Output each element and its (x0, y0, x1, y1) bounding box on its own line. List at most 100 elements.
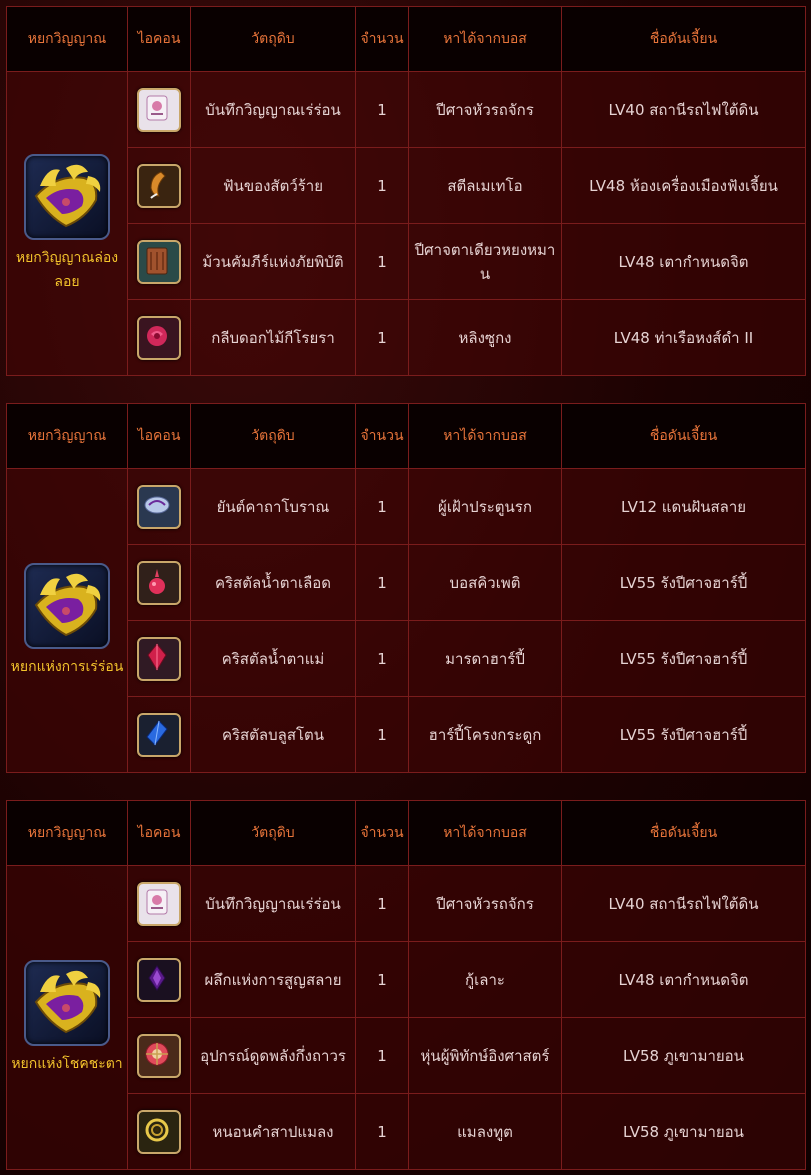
table-row: หยกแห่งโชคชะตา บันทึกวิญญาณเร่ร่อน 1 ปีศ… (6, 865, 806, 1170)
boss-cell: บอสคิวเพติ (408, 544, 562, 621)
dungeon-cell: LV12 แดนฝันสลาย (561, 468, 806, 545)
boss-cell: ปีศาจหัวรถจักร (408, 865, 562, 942)
icon-cell (127, 1017, 191, 1094)
energy-absorber-icon[interactable] (137, 1033, 181, 1078)
header-material: วัตถุดิบ (190, 403, 356, 469)
disaster-scroll-icon[interactable] (137, 239, 181, 284)
material-cell: คริสตัลบลูสโตน (190, 696, 356, 773)
dungeon-cell: LV40 สถานีรถไฟใต้ดิน (561, 71, 806, 148)
quest-table-3: หยกวิญญาณ ไอคอน วัตถุดิบ จำนวน หาได้จากบ… (6, 800, 806, 1170)
boss-cell: ปีศาจตาเดียวหยงหมาน (408, 223, 562, 300)
boss-cell: มารดาฮาร์ปี้ (408, 620, 562, 697)
dungeon-cell: LV55 รังปีศาจฮาร์ปี้ (561, 544, 806, 621)
dungeon-cell: LV48 ท่าเรือหงส์ดำ II (561, 299, 806, 376)
qty-cell: 1 (355, 941, 409, 1018)
cursed-worm-icon[interactable] (137, 1109, 181, 1154)
icon-cell (127, 299, 191, 376)
dungeon-cell: LV58 ภูเขามายอน (561, 1017, 806, 1094)
jade-cell: หยกแห่งการเร่ร่อน (6, 468, 128, 773)
icon-cell (127, 865, 191, 942)
header-row: หยกวิญญาณ ไอคอน วัตถุดิบ จำนวน หาได้จากบ… (6, 800, 806, 866)
header-material: วัตถุดิบ (190, 800, 356, 866)
boss-cell: ฮาร์ปี้โครงกระดูก (408, 696, 562, 773)
dungeon-cell: LV48 เตากำหนดจิต (561, 223, 806, 300)
qty-cell: 1 (355, 1093, 409, 1170)
qty-cell: 1 (355, 696, 409, 773)
boss-cell: ปีศาจหัวรถจักร (408, 71, 562, 148)
wandering-jade-icon[interactable] (24, 562, 110, 649)
qty-cell: 1 (355, 71, 409, 148)
header-boss: หาได้จากบอส (408, 403, 562, 469)
material-cell: กลีบดอกไม้กีโรยรา (190, 299, 356, 376)
header-row: หยกวิญญาณ ไอคอน วัตถุดิบ จำนวน หาได้จากบ… (6, 6, 806, 72)
dungeon-cell: LV40 สถานีรถไฟใต้ดิน (561, 865, 806, 942)
qty-cell: 1 (355, 544, 409, 621)
header-qty: จำนวน (355, 800, 409, 866)
header-icon: ไอคอน (127, 800, 191, 866)
material-cell: ฟันของสัตว์ร้าย (190, 147, 356, 224)
table-row: หยกวิญญาณล่องลอย บันทึกวิญญาณเร่ร่อน 1 ป… (6, 71, 806, 376)
qty-cell: 1 (355, 468, 409, 545)
jade-cell: หยกแห่งโชคชะตา (6, 865, 128, 1170)
header-qty: จำนวน (355, 6, 409, 72)
qty-cell: 1 (355, 299, 409, 376)
qty-cell: 1 (355, 865, 409, 942)
qty-cell: 1 (355, 620, 409, 697)
spirit-record-icon[interactable] (137, 87, 181, 132)
vanishing-seal-icon[interactable] (137, 957, 181, 1002)
boss-cell: กู้เลาะ (408, 941, 562, 1018)
header-dungeon: ชื่อดันเจี้ยน (561, 403, 806, 469)
material-cell: คริสตัลน้ำตาแม่ (190, 620, 356, 697)
dungeon-cell: LV58 ภูเขามายอน (561, 1093, 806, 1170)
blue-stone-crystal-icon[interactable] (137, 712, 181, 757)
icon-cell (127, 544, 191, 621)
icon-cell (127, 71, 191, 148)
jade-cell: หยกวิญญาณล่องลอย (6, 71, 128, 376)
dungeon-cell: LV55 รังปีศาจฮาร์ปี้ (561, 620, 806, 697)
header-icon: ไอคอน (127, 403, 191, 469)
material-cell: บันทึกวิญญาณเร่ร่อน (190, 71, 356, 148)
header-qty: จำนวน (355, 403, 409, 469)
icon-cell (127, 620, 191, 697)
header-jade: หยกวิญญาณ (6, 403, 128, 469)
page: หยกวิญญาณ ไอคอน วัตถุดิบ จำนวน หาได้จากบ… (0, 0, 811, 1175)
icon-cell (127, 941, 191, 1018)
jade-name: หยกแห่งโชคชะตา (11, 1055, 123, 1072)
table-row: หยกแห่งการเร่ร่อน ยันต์คาถาโบราณ 1 ผู้เฝ… (6, 468, 806, 773)
icon-cell (127, 223, 191, 300)
dungeon-cell: LV55 รังปีศาจฮาร์ปี้ (561, 696, 806, 773)
beast-fang-icon[interactable] (137, 163, 181, 208)
header-dungeon: ชื่อดันเจี้ยน (561, 800, 806, 866)
spirit-jade-icon[interactable] (24, 153, 110, 240)
material-cell: ผลึกแห่งการสูญสลาย (190, 941, 356, 1018)
destiny-jade-icon[interactable] (24, 959, 110, 1046)
header-row: หยกวิญญาณ ไอคอน วัตถุดิบ จำนวน หาได้จากบ… (6, 403, 806, 469)
mother-tear-crystal-icon[interactable] (137, 636, 181, 681)
icon-cell (127, 696, 191, 773)
header-boss: หาได้จากบอส (408, 6, 562, 72)
boss-cell: หลิงซูกง (408, 299, 562, 376)
ancient-talisman-icon[interactable] (137, 484, 181, 529)
icon-cell (127, 147, 191, 224)
dungeon-cell: LV48 เตากำหนดจิต (561, 941, 806, 1018)
header-boss: หาได้จากบอส (408, 800, 562, 866)
boss-cell: หุ่นผู้พิทักษ์อิงศาสตร์ (408, 1017, 562, 1094)
header-jade: หยกวิญญาณ (6, 6, 128, 72)
qty-cell: 1 (355, 147, 409, 224)
header-dungeon: ชื่อดันเจี้ยน (561, 6, 806, 72)
icon-cell (127, 468, 191, 545)
material-cell: ยันต์คาถาโบราณ (190, 468, 356, 545)
qty-cell: 1 (355, 1017, 409, 1094)
boss-cell: แมลงทูต (408, 1093, 562, 1170)
jade-name: หยกวิญญาณล่องลอย (15, 249, 119, 290)
icon-cell (127, 1093, 191, 1170)
header-jade: หยกวิญญาณ (6, 800, 128, 866)
jade-name: หยกแห่งการเร่ร่อน (10, 658, 124, 675)
quest-table-1: หยกวิญญาณ ไอคอน วัตถุดิบ จำนวน หาได้จากบ… (6, 6, 806, 376)
qty-cell: 1 (355, 223, 409, 300)
dungeon-cell: LV48 ห้องเครื่องเมืองฟังเจี้ยน (561, 147, 806, 224)
blood-tear-crystal-icon[interactable] (137, 560, 181, 605)
rose-petal-icon[interactable] (137, 315, 181, 360)
spirit-record-icon[interactable] (137, 881, 181, 926)
boss-cell: สตีลเมเทโอ (408, 147, 562, 224)
